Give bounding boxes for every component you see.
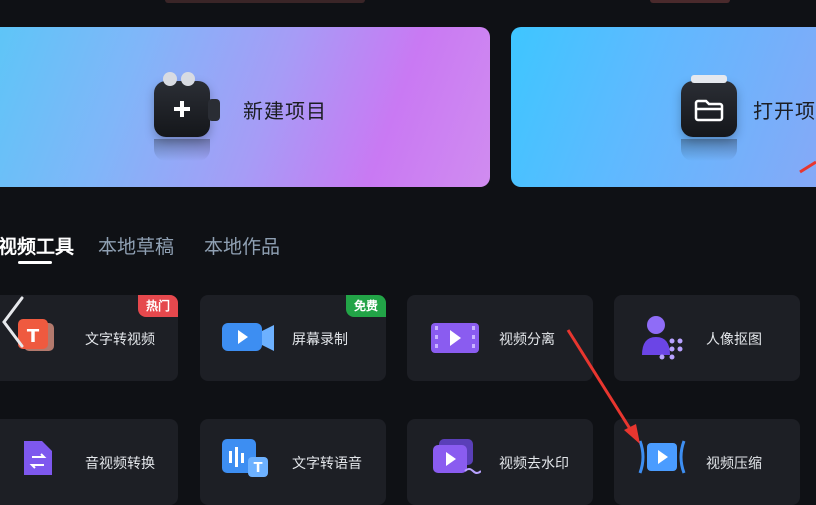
tool-label: 文字转语音 [292, 456, 362, 472]
new-project-label: 新建项目 [243, 99, 327, 123]
open-project-card[interactable]: 打开项 [511, 27, 816, 187]
tool-card-screen-record[interactable]: 屏幕录制 免费 [200, 295, 386, 381]
new-project-card[interactable]: 新建项目 [0, 27, 490, 187]
video-compress-icon [636, 435, 686, 481]
tool-card-video-compress[interactable]: 视频压缩 [614, 419, 800, 505]
portrait-cutout-icon [638, 313, 684, 360]
tool-label: 视频分离 [499, 332, 555, 348]
top-bar-fragment [165, 0, 365, 3]
open-folder-icon [681, 75, 737, 137]
tool-label: 人像抠图 [706, 332, 762, 348]
tool-label: 视频去水印 [499, 456, 569, 472]
av-convert-icon [18, 435, 64, 481]
free-badge: 免费 [345, 295, 386, 317]
tool-label: 视频压缩 [706, 456, 762, 472]
video-split-icon [429, 315, 479, 361]
tool-card-text-to-speech[interactable]: T 文字转语音 [200, 419, 386, 505]
open-project-label: 打开项 [753, 99, 816, 123]
tool-card-portrait-cutout[interactable]: 人像抠图 [614, 295, 800, 381]
tool-card-av-convert[interactable]: 音视频转换 [0, 419, 178, 505]
tab-video-tools[interactable]: 视频工具 [0, 232, 74, 259]
tool-card-video-split[interactable]: 视频分离 [407, 295, 593, 381]
icon-reflection [154, 139, 210, 161]
screen-record-icon [220, 315, 274, 361]
svg-text:T: T [254, 461, 263, 476]
tool-label: 屏幕录制 [292, 332, 348, 348]
top-bar-fragment [650, 0, 730, 3]
icon-reflection [681, 139, 737, 161]
tool-label: 音视频转换 [85, 456, 155, 472]
hot-badge: 热门 [137, 295, 178, 317]
tool-card-remove-watermark[interactable]: 视频去水印 [407, 419, 593, 505]
active-tab-indicator [18, 261, 52, 264]
tab-local-drafts[interactable]: 本地草稿 [98, 232, 174, 259]
tool-label: 文字转视频 [85, 332, 155, 348]
tab-local-works[interactable]: 本地作品 [204, 232, 280, 259]
text-to-speech-icon: T [220, 435, 268, 481]
add-project-icon [154, 72, 220, 137]
remove-watermark-icon [429, 435, 482, 481]
carousel-prev-icon[interactable] [0, 292, 30, 352]
